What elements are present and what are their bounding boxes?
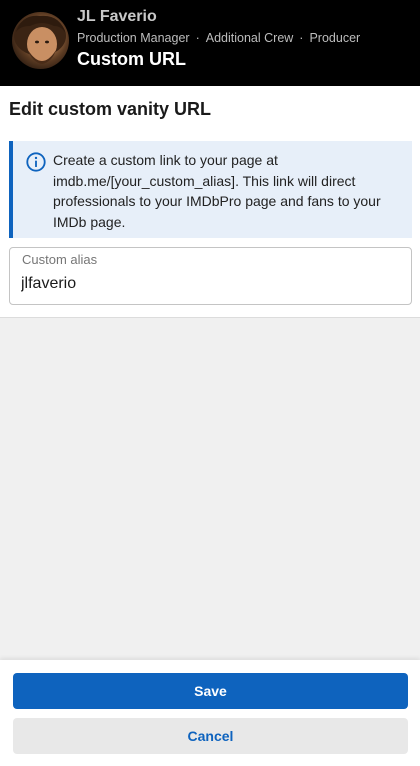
custom-alias-field[interactable]: Custom alias — [9, 247, 412, 305]
avatar-photo — [14, 15, 66, 64]
role-additional-crew: Additional Crew — [205, 31, 294, 45]
page-title: Custom URL — [77, 49, 186, 69]
role-separator: · — [299, 31, 304, 45]
role-producer: Producer — [309, 31, 361, 45]
custom-alias-input[interactable] — [21, 272, 401, 296]
profile-name: JL Faverio — [77, 8, 157, 25]
edit-url-panel: Edit custom vanity URL Create a custom l… — [0, 86, 420, 318]
role-production-manager: Production Manager — [77, 31, 190, 45]
custom-alias-label: Custom alias — [22, 252, 98, 267]
info-icon — [26, 152, 46, 172]
profile-roles: Production Manager · Additional Crew · Produ… — [77, 31, 360, 45]
section-title: Edit custom vanity URL — [9, 99, 212, 119]
action-footer: Save Cancel — [0, 660, 420, 766]
avatar[interactable] — [12, 12, 69, 69]
profile-header: JL Faverio Production Manager · Additional… — [0, 0, 420, 86]
role-separator: · — [195, 31, 200, 45]
info-banner: Create a custom link to your page at imd… — [9, 141, 412, 238]
cancel-button[interactable]: Cancel — [13, 718, 408, 754]
save-button[interactable]: Save — [13, 673, 408, 709]
info-text: Create a custom link to your page at imd… — [53, 152, 381, 230]
